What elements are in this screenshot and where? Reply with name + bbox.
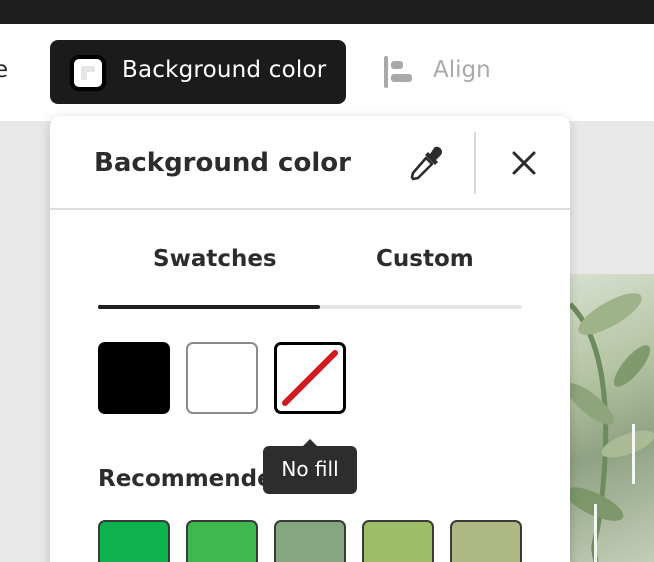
canvas-photo-plant: [570, 274, 654, 562]
tab-custom[interactable]: Custom: [376, 246, 474, 272]
eyedropper-icon[interactable]: [408, 144, 446, 182]
swatch-white[interactable]: [186, 342, 258, 414]
close-icon[interactable]: [506, 145, 542, 181]
swatch-no-fill[interactable]: [274, 342, 346, 414]
align-left-icon: [384, 56, 412, 88]
background-color-button-label: Background color: [122, 57, 327, 83]
recommended-swatch[interactable]: [362, 520, 434, 562]
align-label: Align: [433, 57, 491, 83]
background-color-popover: Background color Swatches Custom Recomme…: [50, 116, 570, 562]
background-swatch-icon: [70, 55, 106, 91]
toolbar-item-partial-label[interactable]: e: [0, 57, 8, 83]
tab-swatches[interactable]: Swatches: [153, 246, 277, 272]
recommended-swatch[interactable]: [274, 520, 346, 562]
recommended-swatch[interactable]: [98, 520, 170, 562]
tab-active-indicator: [98, 305, 320, 309]
recommended-swatch[interactable]: [186, 520, 258, 562]
header-separator: [50, 208, 570, 210]
tooltip-text: No fill: [281, 457, 339, 481]
no-fill-tooltip: No fill: [263, 439, 357, 494]
background-color-button[interactable]: Background color: [50, 40, 346, 104]
swatch-black[interactable]: [98, 342, 170, 414]
header-divider: [474, 132, 476, 194]
no-fill-slash-icon: [282, 350, 338, 406]
recommended-section-label: Recommended: [98, 466, 264, 492]
popover-title: Background color: [94, 148, 351, 178]
app-top-bar: [0, 0, 654, 24]
recommended-swatch[interactable]: [450, 520, 522, 562]
